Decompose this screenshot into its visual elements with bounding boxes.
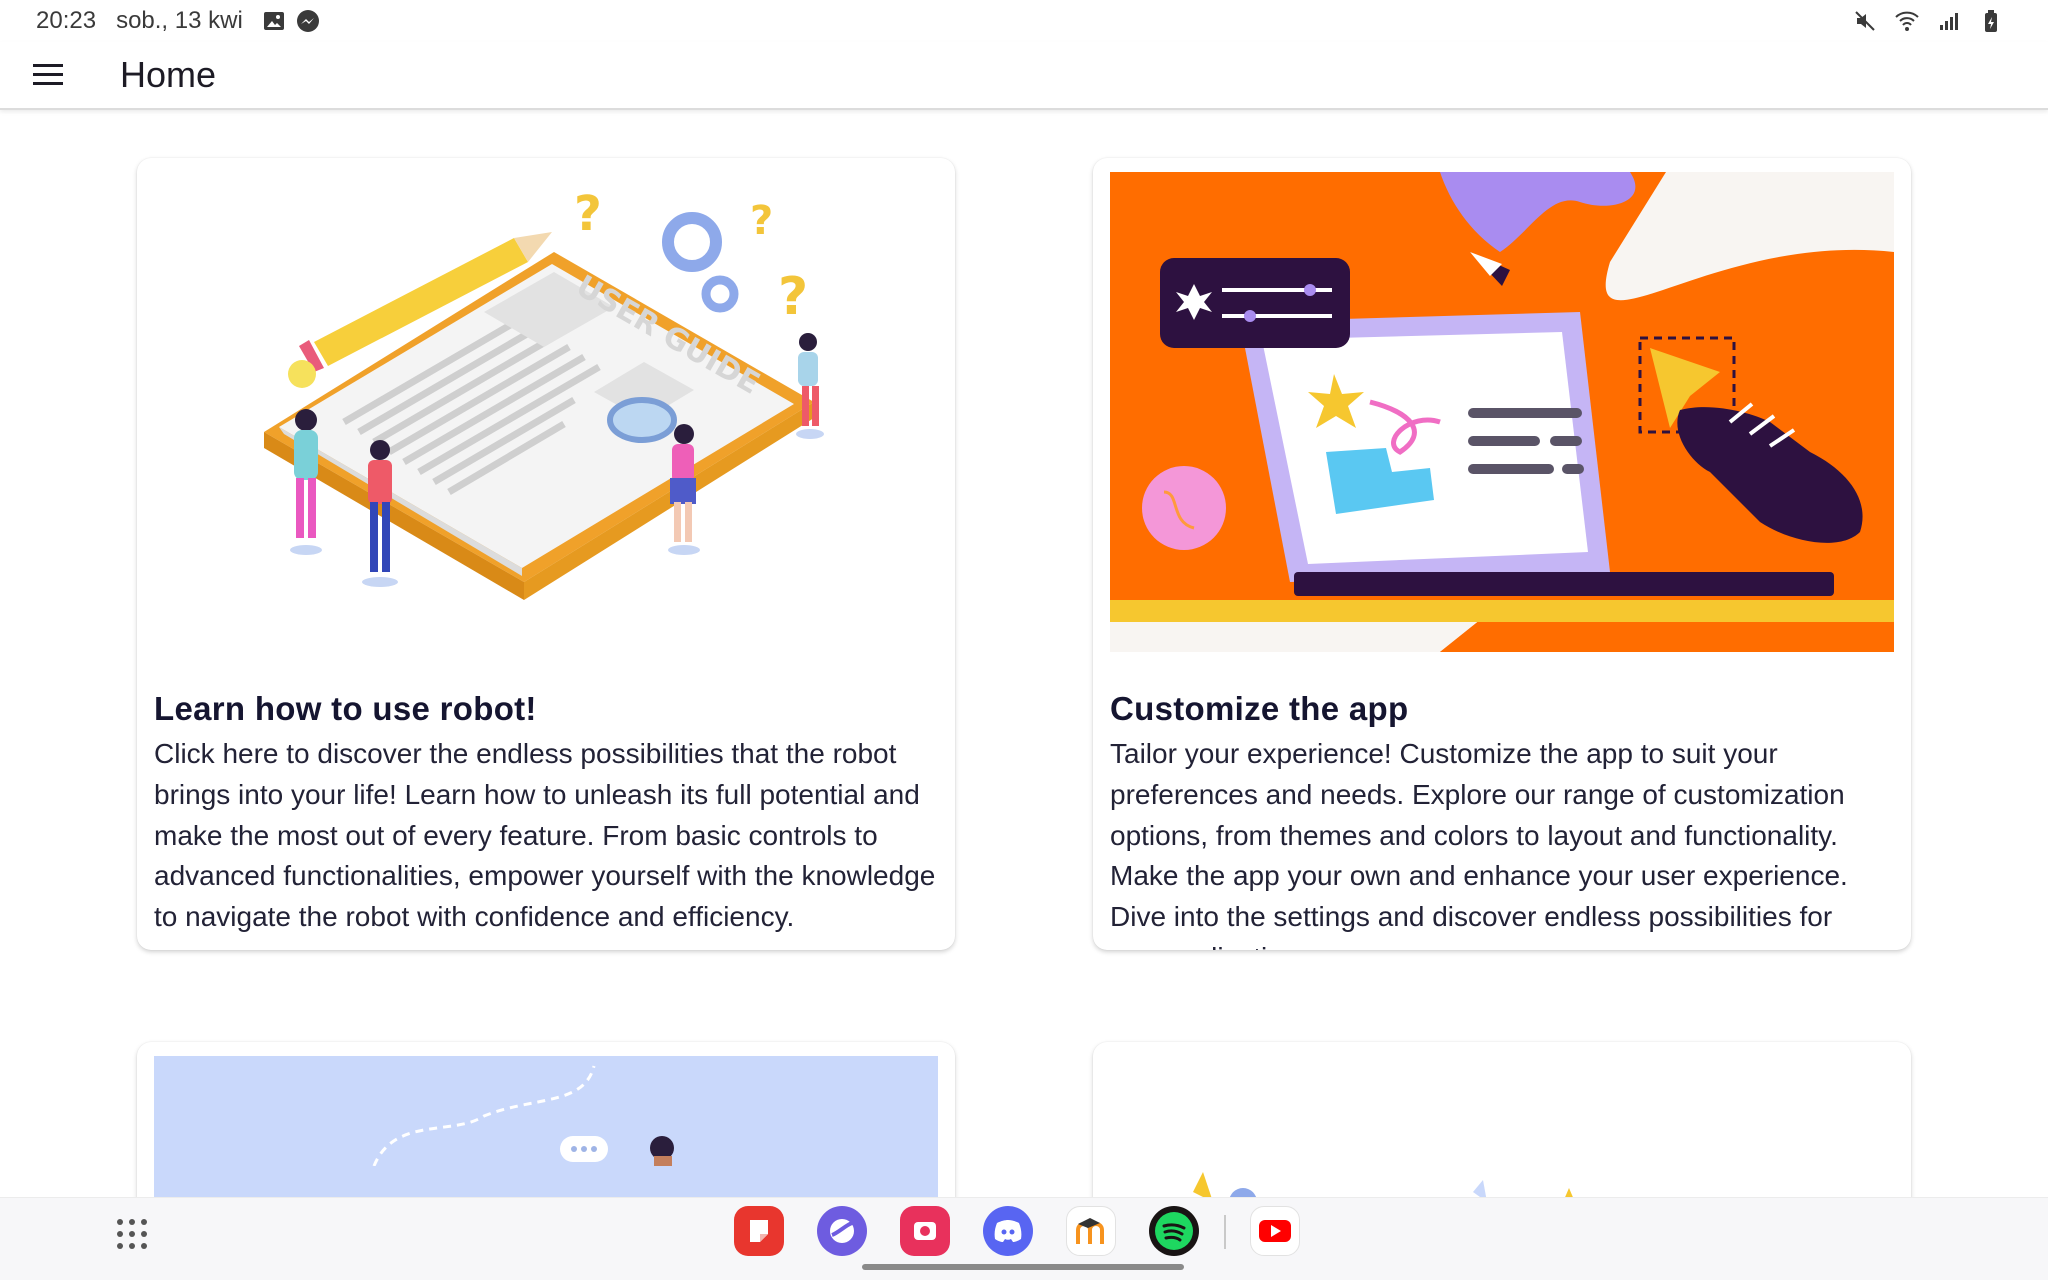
- svg-text:?: ?: [574, 186, 602, 242]
- status-date: sob., 13 kwi: [116, 7, 243, 34]
- mute-icon: [1852, 8, 1878, 34]
- partial-card-illustration: [154, 1056, 938, 1197]
- battery-icon: [1978, 8, 2004, 34]
- svg-text:?: ?: [778, 267, 808, 327]
- status-bar: 20:23 sob., 13 kwi: [0, 0, 2048, 42]
- discord-app-icon[interactable]: [983, 1206, 1033, 1256]
- card-description: Click here to discover the endless possi…: [154, 738, 936, 933]
- app-bar: Home: [0, 42, 2048, 110]
- spotify-app-icon[interactable]: [1149, 1206, 1199, 1256]
- partial-card-illustration: [1193, 1172, 1573, 1197]
- status-time: 20:23: [36, 7, 97, 34]
- hamburger-menu-icon[interactable]: [18, 45, 78, 105]
- home-content[interactable]: USER GUIDE ? ? ? Learn how to use robot!…: [0, 112, 2048, 1197]
- card-title: Customize the app: [1110, 690, 1409, 727]
- customize-app-illustration: [1110, 172, 1894, 652]
- youtube-app-icon[interactable]: [1250, 1206, 1300, 1256]
- svg-text:?: ?: [750, 198, 773, 244]
- moodle-app-icon[interactable]: [1066, 1206, 1116, 1256]
- gallery-notification-icon: [261, 8, 287, 34]
- card-title: Learn how to use robot!: [154, 690, 537, 727]
- card-description: Tailor your experience! Customize the ap…: [1110, 738, 1848, 950]
- user-guide-illustration: USER GUIDE ? ? ?: [154, 172, 938, 652]
- signal-icon: [1936, 8, 1962, 34]
- customize-app-card[interactable]: Customize the app Tailor your experience…: [1093, 158, 1911, 950]
- partial-card-right[interactable]: [1093, 1042, 1911, 1197]
- notes-app-icon[interactable]: [734, 1206, 784, 1256]
- apps-grid-icon[interactable]: [114, 1216, 150, 1252]
- screen-recorder-app-icon[interactable]: [900, 1206, 950, 1256]
- dock-divider: [1224, 1215, 1226, 1249]
- wifi-icon: [1894, 8, 1920, 34]
- messenger-notification-icon: [295, 8, 321, 34]
- browser-app-icon[interactable]: [817, 1206, 867, 1256]
- learn-robot-card[interactable]: USER GUIDE ? ? ? Learn how to use robot!…: [137, 158, 955, 950]
- page-title: Home: [120, 54, 217, 95]
- taskbar: [0, 1197, 2048, 1280]
- home-gesture-bar[interactable]: [862, 1264, 1184, 1270]
- partial-card-left[interactable]: [137, 1042, 955, 1197]
